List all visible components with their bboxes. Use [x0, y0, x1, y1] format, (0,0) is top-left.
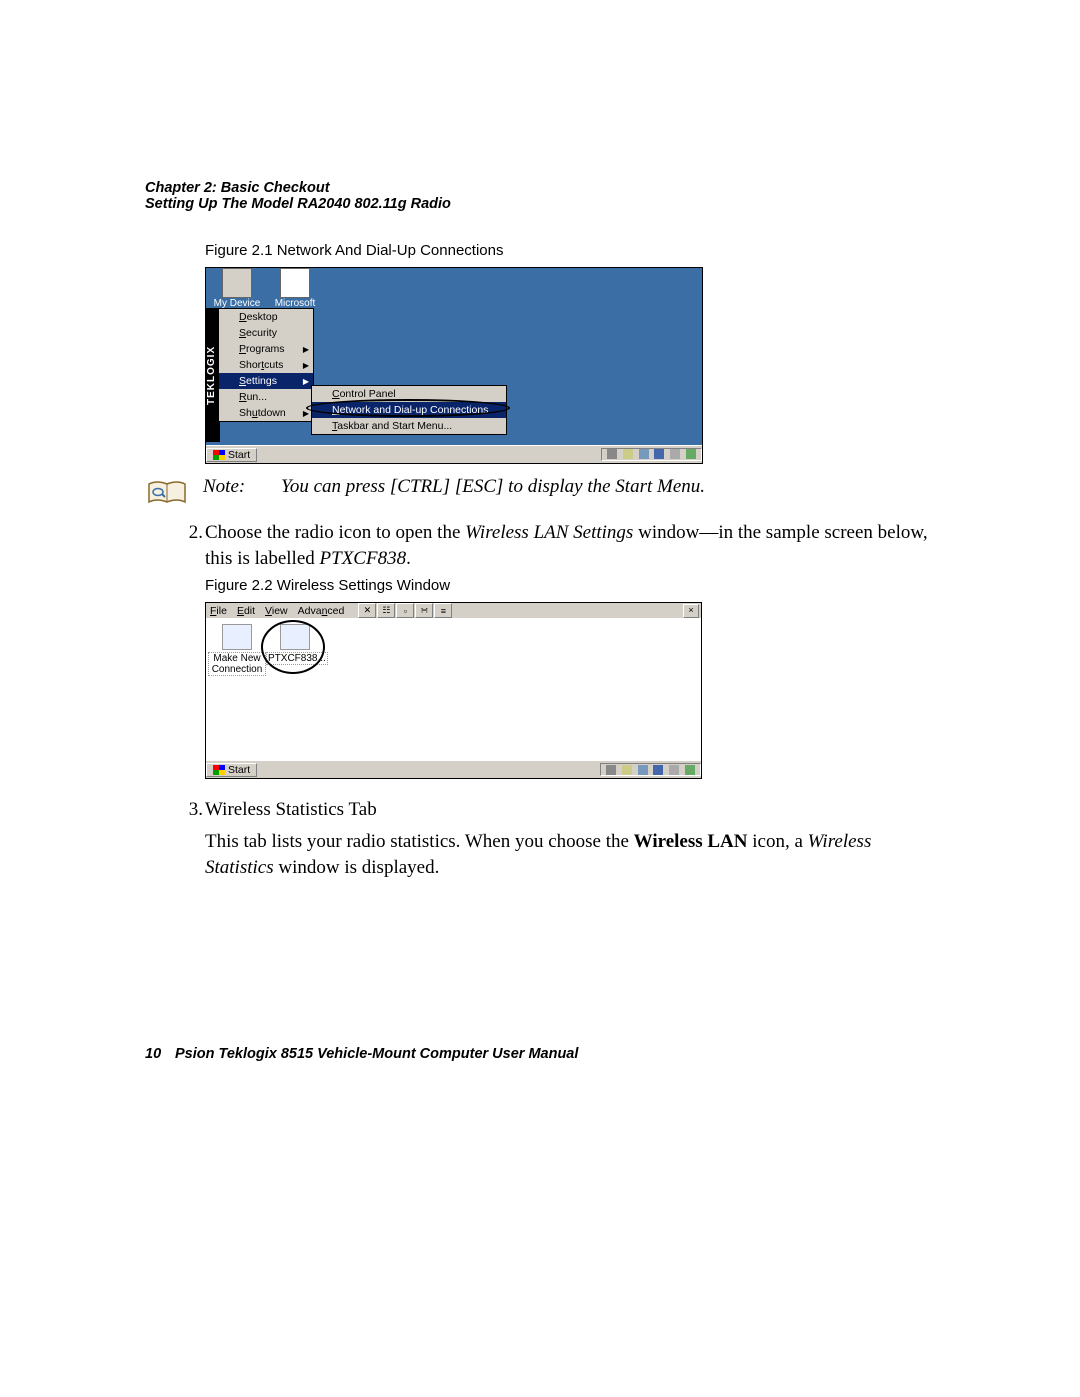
- arrow-right-icon: ▶: [303, 377, 309, 386]
- tray-icon[interactable]: [622, 765, 632, 775]
- window-menu-bar: File Edit View Advanced ✕ ☷ ▫ ∺ ≡ ×: [206, 603, 701, 618]
- submenu-taskbar[interactable]: Taskbar and Start Menu...: [312, 418, 506, 434]
- figure-caption-1: Figure 2.1 Network And Dial-Up Connectio…: [205, 242, 935, 259]
- menu-item-shortcuts[interactable]: Shortcuts▶: [219, 357, 313, 373]
- toolbar-delete-icon[interactable]: ✕: [358, 603, 376, 618]
- figure-caption-2: Figure 2.2 Wireless Settings Window: [205, 577, 935, 594]
- start-button[interactable]: Start: [206, 448, 257, 462]
- make-new-connection[interactable]: Make New Connection: [208, 618, 266, 676]
- menu-view[interactable]: View: [265, 605, 288, 617]
- connection-ptxcf838[interactable]: PTXCF838...: [266, 618, 324, 665]
- tray-icon[interactable]: [623, 449, 633, 459]
- menu-item-desktop[interactable]: Desktop: [219, 309, 313, 325]
- step-3-title: 3.Wireless Statistics Tab: [205, 797, 935, 823]
- screenshot-network-connections: My Device Microsoft d its TEKLOGIX Deskt…: [205, 267, 703, 464]
- arrow-right-icon: ▶: [303, 361, 309, 370]
- start-label: Start: [228, 449, 250, 461]
- taskbar: Start: [206, 445, 702, 463]
- system-tray: [600, 763, 701, 776]
- tray-icon[interactable]: [638, 765, 648, 775]
- tray-icon[interactable]: [670, 449, 680, 459]
- tray-icon[interactable]: [654, 449, 664, 459]
- tray-icon[interactable]: [669, 765, 679, 775]
- start-button[interactable]: Start: [206, 763, 257, 777]
- note-label: Note:: [203, 476, 281, 498]
- tray-icon[interactable]: [639, 449, 649, 459]
- settings-submenu: Control Panel Network and Dial-up Connec…: [311, 385, 507, 435]
- windows-flag-icon: [213, 450, 225, 460]
- connection-new-icon: [222, 624, 252, 650]
- menu-item-security[interactable]: Security: [219, 325, 313, 341]
- system-tray: [601, 448, 702, 461]
- page-number: 10: [145, 1046, 175, 1062]
- menu-item-settings[interactable]: Settings▶: [219, 373, 313, 389]
- toolbar-properties-icon[interactable]: ☷: [377, 603, 395, 618]
- windows-flag-icon: [213, 765, 225, 775]
- menu-advanced[interactable]: Advanced: [298, 605, 345, 617]
- footer-text: Psion Teklogix 8515 Vehicle-Mount Comput…: [175, 1046, 578, 1062]
- connection-label: Make New Connection: [208, 652, 266, 676]
- desktop-icon-microsoft[interactable]: Microsoft: [270, 268, 320, 309]
- arrow-right-icon: ▶: [303, 409, 309, 418]
- tray-icon[interactable]: [686, 449, 696, 459]
- close-button[interactable]: ×: [683, 604, 699, 618]
- toolbar-small-icons[interactable]: ∺: [415, 603, 433, 618]
- menu-item-programs[interactable]: Programs▶: [219, 341, 313, 357]
- step-number: 2.: [175, 520, 203, 546]
- menu-edit[interactable]: Edit: [237, 605, 255, 617]
- tray-icon[interactable]: [607, 449, 617, 459]
- submenu-control-panel[interactable]: Control Panel: [312, 386, 506, 402]
- computer-icon: [222, 268, 252, 298]
- note-book-icon: [145, 478, 189, 508]
- connection-wifi-icon: [280, 624, 310, 650]
- step-3-text: This tab lists your radio statistics. Wh…: [205, 829, 935, 880]
- desktop-icon-my-device[interactable]: My Device: [212, 268, 262, 309]
- submenu-network-connections[interactable]: Network and Dial-up Connections: [312, 402, 506, 418]
- start-label: Start: [228, 764, 250, 776]
- menu-item-shutdown[interactable]: Shutdown▶: [219, 405, 313, 421]
- toolbar-large-icons[interactable]: ▫: [396, 603, 414, 618]
- step-number: 3.: [175, 797, 203, 823]
- tray-icon[interactable]: [685, 765, 695, 775]
- note-text: You can press [CTRL] [ESC] to display th…: [281, 476, 705, 498]
- start-menu: Desktop Security Programs▶ Shortcuts▶ Se…: [218, 308, 314, 422]
- page-footer: 10Psion Teklogix 8515 Vehicle-Mount Comp…: [145, 1046, 578, 1062]
- toolbar-details-icon[interactable]: ≡: [434, 603, 452, 618]
- chapter-header: Chapter 2: Basic Checkout: [145, 180, 935, 196]
- screenshot-wireless-settings: File Edit View Advanced ✕ ☷ ▫ ∺ ≡ × Make…: [205, 602, 702, 779]
- menu-file[interactable]: File: [210, 605, 227, 617]
- step-2-text: 2.Choose the radio icon to open the Wire…: [205, 520, 935, 571]
- connection-label: PTXCF838...: [266, 652, 328, 665]
- menu-item-run[interactable]: Run...: [219, 389, 313, 405]
- section-header: Setting Up The Model RA2040 802.11g Radi…: [145, 196, 935, 212]
- taskbar: Start: [206, 760, 701, 778]
- tray-icon[interactable]: [653, 765, 663, 775]
- word-icon: [280, 268, 310, 298]
- tray-icon[interactable]: [606, 765, 616, 775]
- arrow-right-icon: ▶: [303, 345, 309, 354]
